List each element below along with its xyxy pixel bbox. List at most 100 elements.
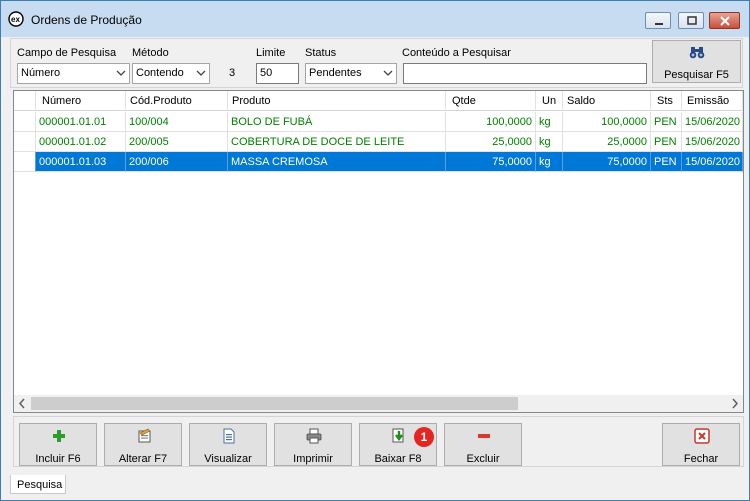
document-icon — [223, 428, 235, 444]
cell-emissao: 15/06/2020 — [682, 132, 743, 152]
content-label: Conteúdo a Pesquisar — [402, 47, 511, 59]
lower-button-label: Baixar F8 — [374, 453, 422, 465]
title-bar: ex Ordens de Produção — [1, 1, 749, 37]
table-row-selected[interactable]: 000001.01.03 200/006 MASSA CREMOSA 75,00… — [14, 152, 743, 172]
tab-pesquisa[interactable]: Pesquisa — [10, 475, 66, 494]
cell-numero: 000001.01.02 — [36, 132, 126, 152]
search-field-value: Número — [21, 67, 61, 79]
scrollbar-thumb[interactable] — [31, 397, 518, 410]
chevron-down-icon — [196, 70, 206, 76]
svg-text:ex: ex — [11, 15, 20, 24]
cell-produto: BOLO DE FUBÁ — [228, 112, 446, 132]
limit-value: 50 — [260, 67, 273, 79]
cell-numero: 000001.01.01 — [36, 112, 126, 132]
maximize-icon — [687, 16, 697, 25]
print-button[interactable]: Imprimir — [274, 423, 352, 466]
annotation-badge: 1 — [414, 427, 434, 447]
header-indicator-cell — [14, 91, 36, 111]
delete-button-label: Excluir — [466, 453, 500, 465]
app-logo-icon: ex — [8, 11, 24, 27]
cell-produto: COBERTURA DE DOCE DE LEITE — [228, 132, 446, 152]
column-header-cod-produto[interactable]: Cód.Produto — [126, 91, 228, 111]
table-row[interactable]: 000001.01.02 200/005 COBERTURA DE DOCE D… — [14, 132, 743, 152]
binoculars-icon — [689, 47, 705, 59]
cell-sts: PEN — [651, 152, 682, 172]
action-toolbar: Incluir F6 Alterar F7 Visualizar Imprimi… — [13, 416, 744, 467]
view-button-label: Visualizar — [204, 453, 252, 465]
cell-qtde: 75,0000 — [446, 152, 536, 172]
print-button-label: Imprimir — [293, 453, 333, 465]
cell-numero: 000001.01.03 — [36, 152, 126, 172]
content-search-input[interactable] — [403, 63, 647, 84]
edit-icon — [138, 428, 151, 443]
cell-emissao: 15/06/2020 — [682, 112, 743, 132]
cell-un: kg — [536, 132, 563, 152]
minimize-icon — [655, 23, 663, 25]
table-row[interactable]: 000001.01.01 100/004 BOLO DE FUBÁ 100,00… — [14, 112, 743, 132]
cell-saldo: 25,0000 — [563, 132, 651, 152]
close-icon — [720, 16, 730, 26]
download-arrow-icon — [392, 428, 404, 443]
cell-cod-produto: 200/005 — [126, 132, 228, 152]
cell-cod-produto: 100/004 — [126, 112, 228, 132]
cell-un: kg — [536, 112, 563, 132]
search-button-label: Pesquisar F5 — [664, 69, 729, 81]
cell-cod-produto: 200/006 — [126, 152, 228, 172]
status-value: Pendentes — [309, 67, 362, 79]
row-indicator — [14, 152, 36, 172]
cell-sts: PEN — [651, 112, 682, 132]
alter-button[interactable]: Alterar F7 — [104, 423, 182, 466]
include-button[interactable]: Incluir F6 — [19, 423, 97, 466]
horizontal-scrollbar[interactable] — [14, 395, 743, 412]
method-label: Método — [132, 47, 169, 59]
close-window-button[interactable] — [709, 12, 740, 29]
main-window: ex Ordens de Produção Campo de Pesquisa … — [0, 0, 750, 501]
window-title: Ordens de Produção — [31, 13, 142, 27]
plus-icon — [53, 430, 65, 442]
cell-produto: MASSA CREMOSA — [228, 152, 446, 172]
method-value: Contendo — [136, 67, 184, 79]
maximize-button[interactable] — [678, 12, 704, 29]
close-icon — [694, 428, 710, 444]
limit-label: Limite — [256, 47, 286, 59]
include-button-label: Incluir F6 — [35, 453, 81, 465]
printer-icon — [306, 428, 322, 444]
search-field-label: Campo de Pesquisa — [17, 47, 117, 59]
status-select[interactable]: Pendentes — [305, 63, 397, 84]
grid-header: Número Cód.Produto Produto Qtde Un Saldo… — [14, 91, 743, 111]
limit-input[interactable]: 50 — [256, 63, 299, 84]
method-select[interactable]: Contendo — [132, 63, 210, 84]
column-header-produto[interactable]: Produto — [228, 91, 446, 111]
column-header-saldo[interactable]: Saldo — [563, 91, 651, 111]
close-button-label: Fechar — [683, 453, 719, 465]
chevron-down-icon — [383, 70, 393, 76]
cell-emissao: 15/06/2020 — [682, 152, 743, 172]
alter-button-label: Alterar F7 — [118, 453, 168, 465]
column-header-numero[interactable]: Número — [36, 91, 126, 111]
orders-grid: Número Cód.Produto Produto Qtde Un Saldo… — [13, 90, 744, 413]
minimize-button[interactable] — [645, 12, 671, 29]
column-header-qtde[interactable]: Qtde — [446, 91, 536, 111]
scroll-left-icon[interactable] — [14, 395, 31, 412]
row-indicator — [14, 132, 36, 152]
minus-icon — [478, 434, 490, 438]
cell-saldo: 100,0000 — [563, 112, 651, 132]
search-button[interactable]: Pesquisar F5 — [652, 40, 741, 83]
status-label: Status — [305, 47, 337, 59]
cell-saldo: 75,0000 — [563, 152, 651, 172]
search-field-select[interactable]: Número — [17, 63, 130, 84]
search-panel: Campo de Pesquisa Número Método Contendo… — [10, 38, 743, 88]
delete-button[interactable]: Excluir — [444, 423, 522, 466]
cell-qtde: 100,0000 — [446, 112, 536, 132]
close-button[interactable]: Fechar — [662, 423, 740, 466]
method-count: 3 — [229, 67, 236, 79]
column-header-sts[interactable]: Sts — [651, 91, 682, 111]
column-header-un[interactable]: Un — [536, 91, 563, 111]
scroll-right-icon[interactable] — [726, 395, 743, 412]
row-indicator — [14, 112, 36, 132]
cell-qtde: 25,0000 — [446, 132, 536, 152]
view-button[interactable]: Visualizar — [189, 423, 267, 466]
cell-sts: PEN — [651, 132, 682, 152]
chevron-down-icon — [116, 70, 126, 76]
column-header-emissao[interactable]: Emissão — [682, 91, 743, 111]
